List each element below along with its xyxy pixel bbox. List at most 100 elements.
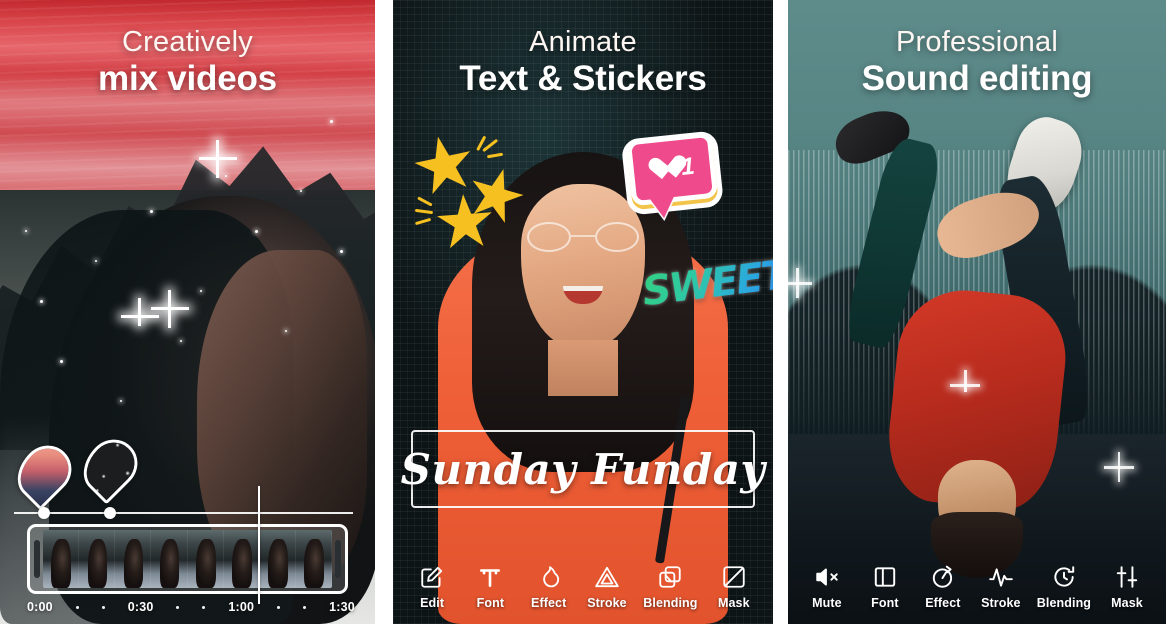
star-dot xyxy=(60,360,63,363)
headline-bold: Text & Stickers xyxy=(459,59,707,99)
headline-bold: mix videos xyxy=(98,59,277,99)
tool-blending[interactable]: Blending xyxy=(1037,564,1091,610)
panel-3-toolbar: Mute Font Effect Stroke Blending Mask xyxy=(788,564,1166,610)
tool-edit[interactable]: Edit xyxy=(410,564,454,610)
trim-handle-left[interactable] xyxy=(34,540,40,578)
ruler-dot xyxy=(176,605,180,609)
stroke-triangle-icon xyxy=(594,564,620,590)
star-dot xyxy=(180,340,182,342)
tool-label: Stroke xyxy=(981,596,1021,610)
panel-text-stickers: Animate Text & Stickers 1 SWEET Sunday F… xyxy=(393,0,773,624)
star-shape xyxy=(410,131,479,200)
clock-rotate-icon xyxy=(1051,564,1077,590)
headline-thin: Professional xyxy=(896,26,1058,58)
panel-2-toolbar: Edit Font Effect Stroke Blending Mask xyxy=(393,564,773,610)
tool-label: Mask xyxy=(1111,596,1143,610)
sparkle-line xyxy=(414,217,432,225)
filmstrip-frame xyxy=(115,530,152,588)
time-tick: 1:30 xyxy=(329,600,355,614)
tool-blending[interactable]: Blending xyxy=(643,564,697,610)
sparkle-flare xyxy=(952,370,978,392)
playhead[interactable] xyxy=(258,486,260,604)
mute-speaker-icon xyxy=(814,564,840,590)
clip-pin-marker-1[interactable] xyxy=(6,435,82,511)
ruler-dot xyxy=(101,605,105,609)
star-dot xyxy=(255,230,258,233)
filmstrip-frame xyxy=(43,530,80,588)
ruler-dot xyxy=(277,605,281,609)
tool-font[interactable]: Font xyxy=(863,564,907,610)
stars-sticker[interactable] xyxy=(415,132,537,252)
star-dot xyxy=(200,290,202,292)
sparkle-line xyxy=(417,196,433,207)
clip-pin-marker-2[interactable] xyxy=(72,429,148,505)
tool-mask[interactable]: Mask xyxy=(1105,564,1149,610)
waveform-icon xyxy=(988,564,1014,590)
effect-circle-arrow-icon xyxy=(930,564,956,590)
tool-label: Effect xyxy=(531,596,567,610)
font-t-icon xyxy=(477,564,503,590)
trim-handle-right[interactable] xyxy=(335,540,341,578)
tool-font[interactable]: Font xyxy=(468,564,512,610)
panel-sound-editing: Professional Sound editing Mute Font Eff… xyxy=(788,0,1166,624)
tool-effect[interactable]: Effect xyxy=(921,564,965,610)
ruler-dot xyxy=(303,605,307,609)
blending-layers-icon xyxy=(657,564,683,590)
star-dot xyxy=(25,230,27,232)
sparkle-line xyxy=(482,138,498,152)
sweet-graffiti-sticker[interactable]: SWEET xyxy=(640,252,773,361)
star-dot xyxy=(285,330,287,332)
tool-label: Edit xyxy=(420,596,445,610)
lens-flare xyxy=(121,298,159,326)
subject-glasses xyxy=(527,222,639,252)
filmstrip-frames xyxy=(43,530,332,588)
tool-effect[interactable]: Effect xyxy=(527,564,571,610)
promo-screenshot: Creatively mix videos 0:00 0:30 1:00 1:3… xyxy=(0,0,1166,624)
ruler-dot xyxy=(75,605,79,609)
sliders-icon xyxy=(1114,564,1140,590)
time-tick: 0:00 xyxy=(27,600,53,614)
star-dot xyxy=(225,175,227,177)
tool-label: Font xyxy=(871,596,899,610)
panel-3-headline: Professional Sound editing xyxy=(788,26,1166,100)
tool-mute[interactable]: Mute xyxy=(805,564,849,610)
star-dot xyxy=(330,120,333,123)
text-overlay-box[interactable]: Sunday Funday xyxy=(401,430,765,508)
track-keyframe-dot[interactable] xyxy=(104,507,116,519)
subject-neck xyxy=(548,340,618,396)
tool-stroke[interactable]: Stroke xyxy=(585,564,629,610)
lens-flare xyxy=(151,290,189,328)
tool-label: Effect xyxy=(925,596,961,610)
filmstrip-frame xyxy=(187,530,224,588)
tool-mask[interactable]: Mask xyxy=(712,564,756,610)
panel-1-headline: Creatively mix videos xyxy=(0,26,375,100)
tool-label: Blending xyxy=(1036,596,1092,610)
filmstrip[interactable] xyxy=(27,524,348,594)
timeline-track[interactable] xyxy=(14,512,353,514)
headline-thin: Animate xyxy=(529,26,637,58)
star-dot xyxy=(340,250,343,253)
track-keyframe-dot[interactable] xyxy=(38,507,50,519)
like-bubble-sticker[interactable]: 1 xyxy=(625,131,719,207)
headline-bold: Sound editing xyxy=(861,59,1093,99)
panel-2-headline: Animate Text & Stickers xyxy=(393,26,773,100)
time-tick: 0:30 xyxy=(127,600,154,614)
sparkle-line xyxy=(414,208,434,214)
mask-square-icon xyxy=(721,564,747,590)
ruler-dot xyxy=(202,605,206,609)
tool-label: Font xyxy=(476,596,505,610)
filmstrip-frame xyxy=(223,530,260,588)
headline-thin: Creatively xyxy=(122,26,253,58)
video-timeline-editor[interactable]: 0:00 0:30 1:00 1:30 xyxy=(0,429,375,624)
star-dot xyxy=(150,210,153,213)
tool-label: Blending xyxy=(643,596,698,610)
split-panel-icon xyxy=(872,564,898,590)
panel-gap xyxy=(375,0,393,624)
text-overlay-label: Sunday Funday xyxy=(400,444,766,494)
star-dot xyxy=(300,190,302,192)
tool-stroke[interactable]: Stroke xyxy=(979,564,1023,610)
tool-label: Mask xyxy=(717,596,750,610)
subject-face xyxy=(521,184,645,348)
filmstrip-frame xyxy=(151,530,188,588)
tool-label: Mute xyxy=(812,596,842,610)
